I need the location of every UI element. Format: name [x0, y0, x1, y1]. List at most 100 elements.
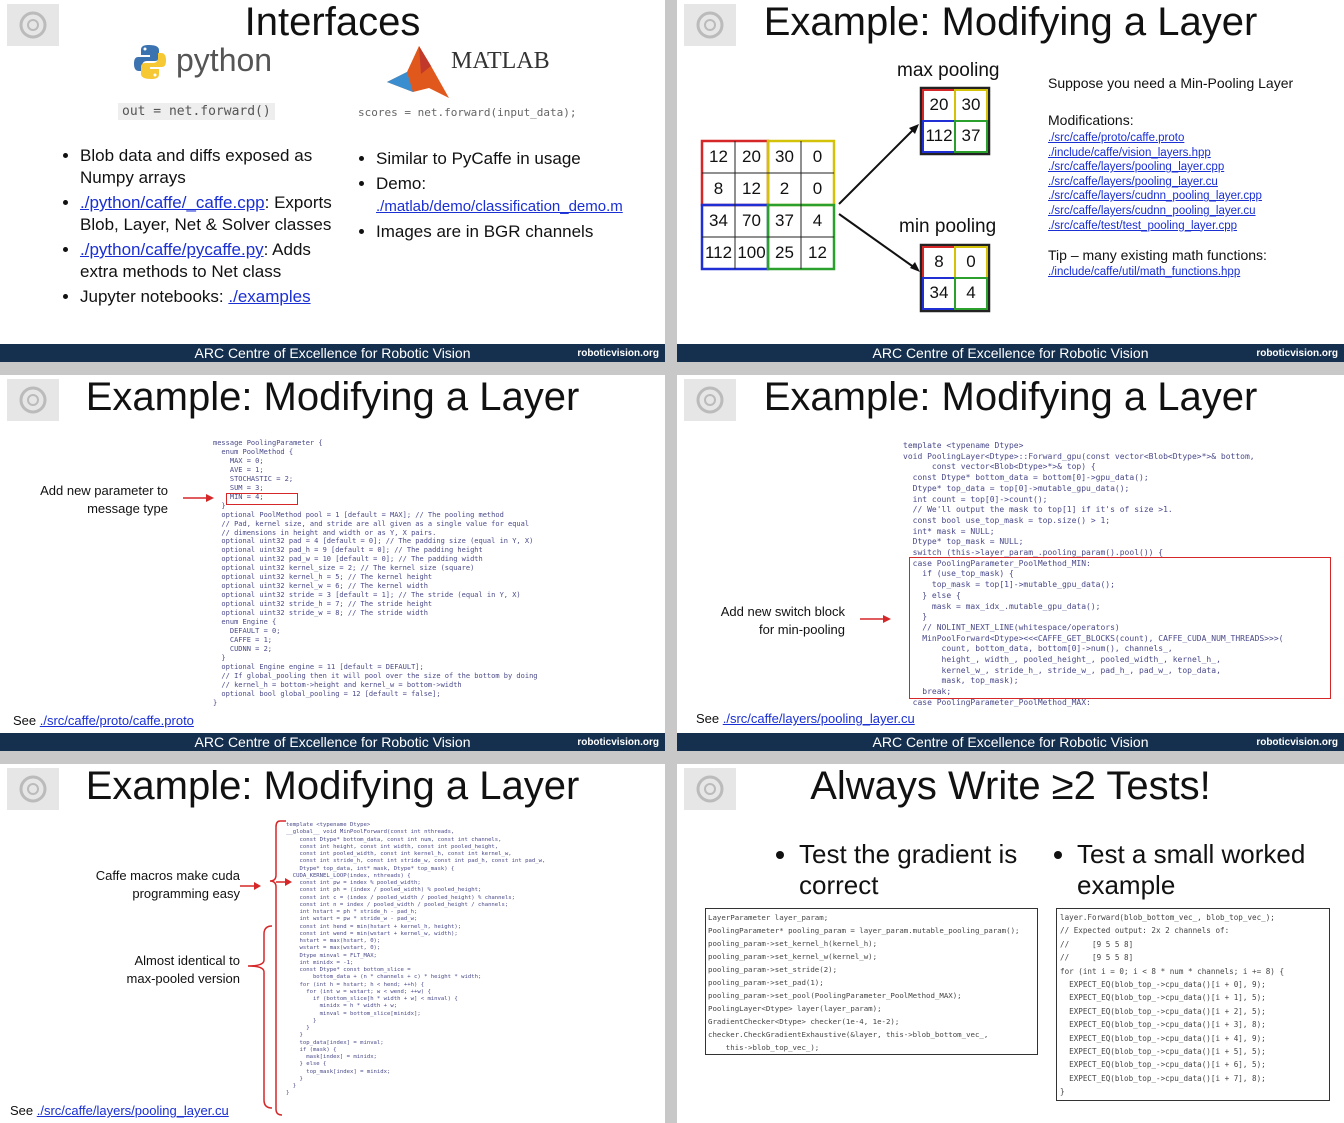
- mod-link[interactable]: ./src/caffe/proto/caffe.proto: [1048, 131, 1262, 146]
- grid-cell: 0: [812, 147, 823, 166]
- code-line: void PoolingLayer<Dtype>::Forward_gpu(co…: [903, 451, 1255, 461]
- matlab-logo-text: MATLAB: [451, 48, 550, 74]
- footer-site: roboticvision.org: [1256, 737, 1338, 748]
- code-line: pooling_param->set_stride(2);: [708, 965, 838, 975]
- bullet-worked-example-text: Test a small worked example: [1077, 839, 1311, 901]
- code-line: minidx = h * width + w;: [286, 1003, 398, 1010]
- annotation-new-parameter: Add new parameter to message type: [40, 483, 168, 516]
- python-logo-text: python: [176, 42, 273, 78]
- slide-title: Interfaces: [244, 0, 421, 44]
- code-line: this->blob_top_vec_);: [708, 1043, 820, 1053]
- code-line: }: [286, 1090, 290, 1097]
- code-line: const vector<Blob<Dtype>*>& top) {: [903, 462, 1096, 472]
- code-line: CUDNN = 2;: [213, 644, 273, 653]
- code-line: optional Engine engine = 11 [default = D…: [213, 662, 424, 671]
- grid-cell: 8: [934, 252, 944, 271]
- code-line: top_data[index] = minval;: [286, 1039, 384, 1046]
- code-line: optional uint32 stride_h = 7; // The str…: [213, 600, 433, 609]
- slide-title: Example: Modifying a Layer: [763, 375, 1258, 419]
- annotation-identical: Almost identical to max-pooled version: [126, 953, 240, 986]
- code-line: // Expected output: 2x 2 channels of:: [1060, 926, 1230, 936]
- code-worked-example: layer.Forward(blob_bottom_vec_, blob_top…: [1060, 911, 1284, 1099]
- code-line: pooling_param->set_kernel_w(kernel_w);: [708, 952, 878, 962]
- bullet-worked-example: Test a small worked example: [1051, 839, 1311, 904]
- code-line: template <typename Dtype>: [903, 441, 1024, 450]
- arrow-right-icon: [240, 882, 261, 890]
- matlab-bullets: Similar to PyCaffe in usage Demo: ./matla…: [350, 148, 650, 246]
- code-line: if (mask) {: [286, 1046, 337, 1053]
- code-line: }: [286, 1017, 317, 1024]
- code-line: EXPECT_EQ(blob_top_->cpu_data()[i + 0], …: [1060, 980, 1266, 990]
- python-code-snippet: out = net.forward(): [118, 103, 275, 120]
- code-line: const bool use_top_mask = top.size() > 1…: [903, 515, 1111, 525]
- slide-title: Always Write ≥2 Tests!: [810, 764, 1211, 808]
- python-bullets: Blob data and diffs exposed as Numpy arr…: [54, 145, 344, 311]
- code-line: CAFFE = 1;: [213, 635, 273, 644]
- bullet-caffe-cpp: ./python/caffe/_caffe.cpp: Exports Blob,…: [80, 192, 344, 236]
- mod-link[interactable]: ./src/caffe/layers/cudnn_pooling_layer.c…: [1048, 204, 1262, 219]
- mod-link[interactable]: ./src/caffe/layers/pooling_layer.cpp: [1048, 160, 1262, 175]
- footer-center-text: ARC Centre of Excellence for Robotic Vis…: [194, 734, 471, 750]
- annotation-switch-block: Add new switch block for min-pooling: [720, 604, 845, 637]
- code-line: EXPECT_EQ(blob_top_->cpu_data()[i + 3], …: [1060, 1020, 1266, 1030]
- slide-footer: ARC Centre of Excellence for Robotic Vis…: [0, 344, 665, 362]
- see-label: See: [696, 711, 723, 726]
- code-line: optional uint32 kernel_h = 5; // The ker…: [213, 573, 433, 582]
- grid-cell: 112: [925, 126, 953, 145]
- code-line: int* mask = NULL;: [903, 526, 995, 536]
- code-line: optional uint32 pad_w = 10 [default = 0]…: [213, 555, 483, 564]
- code-line: int hstart = ph * stride_h - pad_h;: [286, 909, 418, 915]
- code-line: optional uint32 kernel_w = 6; // The ker…: [213, 582, 428, 591]
- code-line: } else {: [286, 1061, 327, 1068]
- mod-link[interactable]: ./src/caffe/layers/cudnn_pooling_layer.c…: [1048, 189, 1262, 204]
- code-line: int wstart = pw * stride_w - pad_w;: [286, 916, 418, 923]
- slide-modifying-layer-4: Example: Modifying a Layer template <typ…: [0, 764, 665, 1123]
- mod-link[interactable]: ./include/caffe/vision_layers.hpp: [1048, 146, 1262, 161]
- code-line: Dtype* top_data, int* mask, Dtype* top_m…: [286, 865, 455, 872]
- highlight-switch-block: [909, 557, 1331, 699]
- mod-link[interactable]: ./src/caffe/layers/pooling_layer.cu: [1048, 175, 1262, 190]
- code-line: checker.CheckGradientExhaustive(&layer, …: [708, 1030, 989, 1040]
- code-line: top_mask[index] = minidx;: [286, 1068, 391, 1075]
- bullet-similar: Similar to PyCaffe in usage: [376, 148, 650, 170]
- see-link[interactable]: ./src/caffe/proto/caffe.proto: [40, 713, 194, 728]
- min-pooling-label: min pooling: [899, 216, 997, 237]
- code-line: const int wend = min(wstart + kernel_w, …: [286, 930, 458, 937]
- link-caffe-cpp[interactable]: ./python/caffe/_caffe.cpp: [80, 193, 265, 212]
- mod-link[interactable]: ./src/caffe/test/test_pooling_layer.cpp: [1048, 219, 1262, 234]
- grid-cell: 112: [704, 243, 733, 262]
- grid-cell: 0: [812, 179, 823, 198]
- arrow-right-icon: [860, 615, 891, 623]
- bullet-jupyter-text: Jupyter notebooks:: [80, 287, 229, 306]
- code-line: }: [213, 653, 226, 662]
- footer-site: roboticvision.org: [1256, 348, 1338, 359]
- grid-cell: 4: [966, 283, 976, 302]
- link-examples[interactable]: ./examples: [228, 287, 310, 306]
- modifications-list: ./src/caffe/proto/caffe.proto ./include/…: [1048, 131, 1262, 233]
- code-line: EXPECT_EQ(blob_top_->cpu_data()[i + 1], …: [1060, 993, 1266, 1003]
- bullet-bgr: Images are in BGR channels: [376, 221, 650, 243]
- grid-cell: 70: [742, 211, 761, 230]
- link-classification-demo[interactable]: ./matlab/demo/classification_demo.m: [376, 198, 623, 215]
- code-line: minval = bottom_slice[minidx];: [286, 1010, 421, 1017]
- code-line: case PoolingParameter_PoolMethod_MAX:: [903, 697, 1091, 707]
- footer-center-text: ARC Centre of Excellence for Robotic Vis…: [872, 734, 1149, 750]
- tip-link[interactable]: ./include/caffe/util/math_functions.hpp: [1048, 266, 1240, 278]
- footer-site: roboticvision.org: [577, 348, 659, 359]
- code-line: const Dtype* bottom_data, const int num,…: [286, 836, 502, 843]
- see-link[interactable]: ./src/caffe/layers/pooling_layer.cu: [37, 1103, 229, 1118]
- code-line: // If global_pooling then it will pool o…: [213, 671, 538, 680]
- code-line: const int n = index / pooled_width / poo…: [286, 901, 509, 908]
- code-line: hstart = max(hstart, 0);: [286, 938, 381, 944]
- slide-modifying-layer-1: Example: Modifying a Layer max pooling m…: [677, 0, 1344, 362]
- code-line: for (int i = 0; i < 8 * num * channels; …: [1060, 966, 1285, 976]
- code-line: // We'll output the mask to top[1] if it…: [903, 505, 1173, 515]
- grid-cell: 37: [775, 211, 794, 230]
- see-link[interactable]: ./src/caffe/layers/pooling_layer.cu: [723, 711, 915, 726]
- link-pycaffe[interactable]: ./python/caffe/pycaffe.py: [80, 240, 264, 259]
- bullet-blob-data: Blob data and diffs exposed as Numpy arr…: [80, 145, 344, 189]
- grid-cell: 20: [742, 147, 761, 166]
- grid-cell: 12: [709, 147, 728, 166]
- code-line: LayerParameter layer_param;: [708, 913, 829, 922]
- code-line: SUM = 3;: [213, 483, 264, 492]
